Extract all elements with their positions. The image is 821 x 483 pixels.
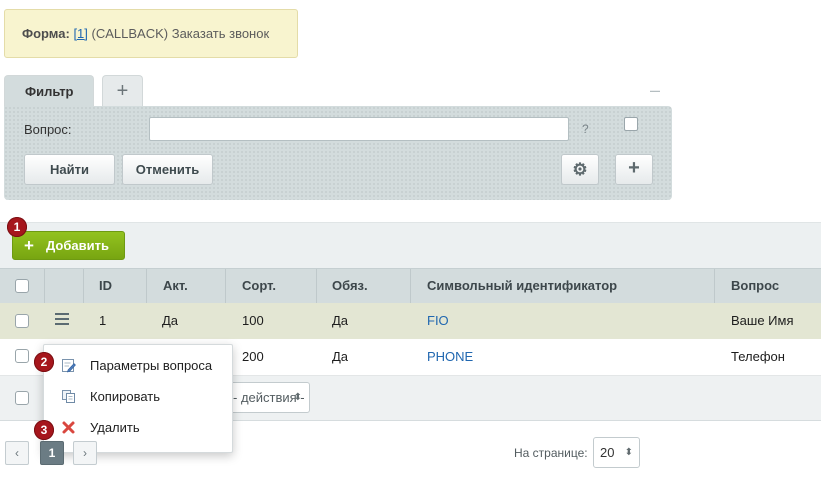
per-page-select[interactable]: 20 ⬍: [593, 437, 640, 468]
add-filter-field-button[interactable]: +: [615, 154, 653, 185]
row-checkbox[interactable]: [15, 314, 29, 328]
cell-code[interactable]: FIO: [427, 303, 449, 339]
question-label: Вопрос:: [24, 122, 72, 137]
delete-icon: [62, 421, 75, 434]
gear-icon: ⚙: [572, 160, 588, 179]
cell-code[interactable]: PHONE: [427, 339, 473, 375]
filter-minimize-button[interactable]: –: [650, 80, 660, 101]
menu-item-delete[interactable]: Удалить: [44, 412, 234, 443]
column-header-active[interactable]: Акт.: [163, 269, 188, 303]
form-id-link[interactable]: [1]: [73, 26, 87, 41]
column-header-sort[interactable]: Сорт.: [242, 269, 276, 303]
cell-sort: 100: [242, 313, 264, 328]
grid-header: ID Акт. Сорт. Обяз. Символьный идентифик…: [0, 268, 821, 304]
form-info-banner: Форма: [1] (CALLBACK) Заказать звонок: [4, 9, 298, 58]
select-arrows-icon: ⬍: [293, 392, 302, 403]
copy-icon: [62, 390, 75, 403]
group-actions-select[interactable]: - действия - ⬍: [226, 382, 310, 413]
cancel-button[interactable]: Отменить: [122, 154, 213, 185]
row-context-menu: Параметры вопроса Копировать Удалить: [43, 344, 233, 453]
add-button[interactable]: + Добавить: [12, 231, 125, 260]
cell-question: Телефон: [731, 349, 785, 364]
edit-icon: [62, 359, 76, 373]
row-actions-menu-icon[interactable]: [55, 313, 69, 328]
plus-icon: +: [24, 236, 34, 255]
add-filter-tab-button[interactable]: +: [102, 75, 143, 107]
row-checkbox[interactable]: [15, 349, 29, 363]
menu-item-label: Копировать: [90, 389, 160, 404]
filter-panel: Вопрос: ? Найти Отменить ⚙ +: [4, 106, 672, 200]
per-page-label: На странице:: [514, 446, 588, 460]
step-marker-2: 2: [34, 352, 54, 372]
form-label: Форма:: [22, 26, 70, 41]
footer-select-all-checkbox[interactable]: [15, 391, 29, 405]
column-header-question[interactable]: Вопрос: [731, 269, 779, 303]
form-title: (CALLBACK) Заказать звонок: [91, 26, 270, 41]
question-input[interactable]: [149, 117, 569, 141]
cell-sort: 200: [242, 349, 264, 364]
menu-item-label: Удалить: [90, 420, 140, 435]
help-icon[interactable]: ?: [582, 122, 589, 136]
per-page-value: 20: [600, 445, 615, 460]
add-button-label: Добавить: [46, 238, 109, 253]
menu-item-copy[interactable]: Копировать: [44, 381, 234, 412]
cell-active: Да: [162, 313, 179, 328]
filter-tab[interactable]: Фильтр: [4, 75, 94, 107]
filter-field-checkbox[interactable]: [624, 117, 638, 131]
pager-current-page[interactable]: 1: [40, 441, 64, 465]
filter-settings-button[interactable]: ⚙: [561, 154, 599, 185]
menu-item-question-params[interactable]: Параметры вопроса: [44, 350, 234, 381]
pager-prev-button[interactable]: ‹: [5, 441, 29, 465]
select-arrows-icon: ⬍: [624, 447, 633, 458]
step-marker-3: 3: [34, 420, 54, 440]
select-all-checkbox[interactable]: [15, 279, 29, 293]
find-button[interactable]: Найти: [24, 154, 115, 185]
column-header-id[interactable]: ID: [99, 269, 112, 303]
cell-required: Да: [332, 349, 349, 364]
column-header-code[interactable]: Символьный идентификатор: [427, 269, 617, 303]
pager-next-button[interactable]: ›: [73, 441, 97, 465]
step-marker-1: 1: [7, 217, 27, 237]
cell-question: Ваше Имя: [731, 313, 794, 328]
cell-required: Да: [332, 313, 349, 328]
cell-id: 1: [99, 313, 107, 328]
table-row[interactable]: 1 Да 100 Да FIO Ваше Имя: [0, 303, 821, 339]
menu-item-label: Параметры вопроса: [90, 358, 213, 373]
column-header-required[interactable]: Обяз.: [332, 269, 368, 303]
